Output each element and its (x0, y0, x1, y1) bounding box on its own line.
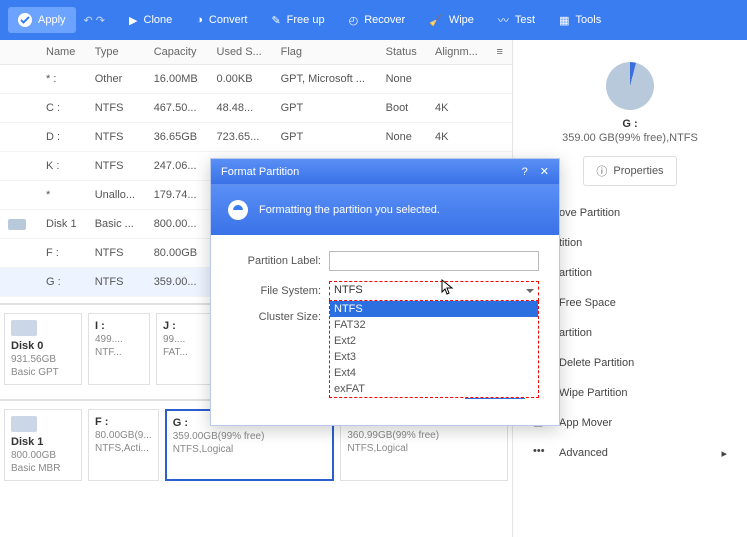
menu-item[interactable]: ◫Free Space (531, 288, 729, 318)
dialog-title: Format Partition (221, 166, 299, 178)
properties-button[interactable]: ⓘ Properties (583, 156, 676, 186)
table-row[interactable]: D :NTFS36.65GB723.65...GPTNone4K (0, 123, 512, 152)
close-icon[interactable]: ✕ (540, 166, 549, 178)
help-icon[interactable]: ? (522, 166, 528, 178)
menu-item[interactable]: ▭artition (531, 318, 729, 348)
apply-button[interactable]: Apply (8, 7, 76, 33)
filesystem-option[interactable]: exFAT (330, 381, 538, 397)
menu-icon: ••• (533, 445, 549, 461)
partition-label-label: Partition Label: (231, 255, 329, 267)
filesystem-dropdown: NTFSFAT32Ext2Ext3Ext4exFAT (329, 301, 539, 398)
menu-item[interactable]: ▭tition (531, 228, 729, 258)
filesystem-option[interactable]: Ext3 (330, 349, 538, 365)
partition-block[interactable]: F :80.00GB(9...NTFS,Acti... (88, 409, 159, 481)
filesystem-label: File System: (231, 285, 329, 297)
usage-pie-icon (606, 62, 654, 110)
partition-block[interactable]: I :499....NTF... (88, 313, 150, 385)
menu-item[interactable]: ▭artition (531, 258, 729, 288)
apply-label: Apply (38, 14, 66, 26)
convert-button[interactable]: ◑ Convert (186, 8, 257, 32)
selected-partition-info: 359.00 GB(99% free),NTFS (531, 132, 729, 144)
wipe-button[interactable]: 🧹 Wipe (419, 8, 484, 33)
table-row[interactable]: * :Other16.00MB0.00KBGPT, Microsoft ...N… (0, 65, 512, 94)
format-partition-dialog: Format Partition ? ✕ Formatting the parti… (210, 158, 560, 426)
format-icon (227, 199, 249, 221)
main-toolbar: Apply ↶ ↷ ▶ Clone ◑ Convert ✎ Free up ◴ … (0, 0, 747, 40)
clone-button[interactable]: ▶ Clone (119, 8, 182, 33)
filesystem-option[interactable]: FAT32 (330, 317, 538, 333)
filesystem-option[interactable]: Ext4 (330, 365, 538, 381)
menu-item[interactable]: 🗑Delete Partition (531, 348, 729, 378)
cluster-size-label: Cluster Size: (231, 311, 329, 323)
table-row[interactable]: C :NTFS467.50...48.48...GPTBoot4K (0, 94, 512, 123)
table-header: NameTypeCapacityUsed S...FlagStatusAlign… (0, 40, 512, 65)
filesystem-select[interactable]: NTFS (329, 281, 539, 301)
menu-item[interactable]: ▦App Mover (531, 408, 729, 438)
test-button[interactable]: 〰 Test (488, 6, 545, 34)
menu-item[interactable]: 🧹Wipe Partition (531, 378, 729, 408)
disk-header[interactable]: Disk 0931.56GBBasic GPT (4, 313, 82, 385)
disk-header[interactable]: Disk 1800.00GBBasic MBR (4, 409, 82, 481)
partition-block[interactable]: J :99....FAT... (156, 313, 218, 385)
partition-label-input[interactable] (329, 251, 539, 271)
undo-redo[interactable]: ↶ ↷ (84, 14, 106, 27)
filesystem-option[interactable]: Ext2 (330, 333, 538, 349)
selected-partition-name: G : (531, 118, 729, 130)
menu-item[interactable]: ↔ove Partition (531, 198, 729, 228)
dialog-subtitle: Formatting the partition you selected. (259, 204, 440, 216)
tools-button[interactable]: ▦ Tools (549, 8, 611, 33)
freeup-button[interactable]: ✎ Free up (261, 8, 334, 33)
menu-item[interactable]: •••Advanced▸ (531, 438, 729, 468)
recover-button[interactable]: ◴ Recover (339, 8, 416, 33)
filesystem-option[interactable]: NTFS (330, 301, 538, 317)
